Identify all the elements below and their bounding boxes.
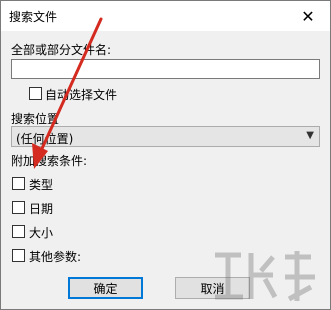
location-select-value: (任何位置) <box>16 132 74 146</box>
search-files-dialog: 搜索文件 ✕ 全部或部分文件名: 自动选择文件 搜索位置 (任何位置) ▼ 附加… <box>0 0 331 310</box>
dialog-title: 搜索文件 <box>9 10 58 24</box>
auto-select-label[interactable]: 自动选择文件 <box>45 86 117 103</box>
auto-select-checkbox[interactable] <box>29 87 42 100</box>
criteria-other-checkbox[interactable] <box>12 249 25 262</box>
criteria-date-label[interactable]: 日期 <box>29 200 53 217</box>
criteria-type-label[interactable]: 类型 <box>29 176 53 193</box>
location-select[interactable]: (任何位置) ▼ <box>11 126 320 147</box>
watermark-logo-icon <box>215 251 315 302</box>
location-label: 搜索位置 <box>11 112 60 126</box>
criteria-size-label[interactable]: 大小 <box>29 224 53 241</box>
criteria-other-label[interactable]: 其他参数: <box>29 248 81 265</box>
chevron-down-icon: ▼ <box>306 130 314 141</box>
extra-criteria-label: 附加搜索条件: <box>11 154 88 168</box>
title-bar[interactable]: 搜索文件 ✕ <box>1 1 330 31</box>
criteria-date-checkbox[interactable] <box>12 201 25 214</box>
filename-label: 全部或部分文件名: <box>11 43 112 57</box>
ok-button[interactable]: 确定 <box>68 277 143 299</box>
close-icon[interactable]: ✕ <box>286 1 330 31</box>
criteria-type-checkbox[interactable] <box>12 177 25 190</box>
filename-input[interactable] <box>11 59 320 79</box>
criteria-size-checkbox[interactable] <box>12 225 25 238</box>
